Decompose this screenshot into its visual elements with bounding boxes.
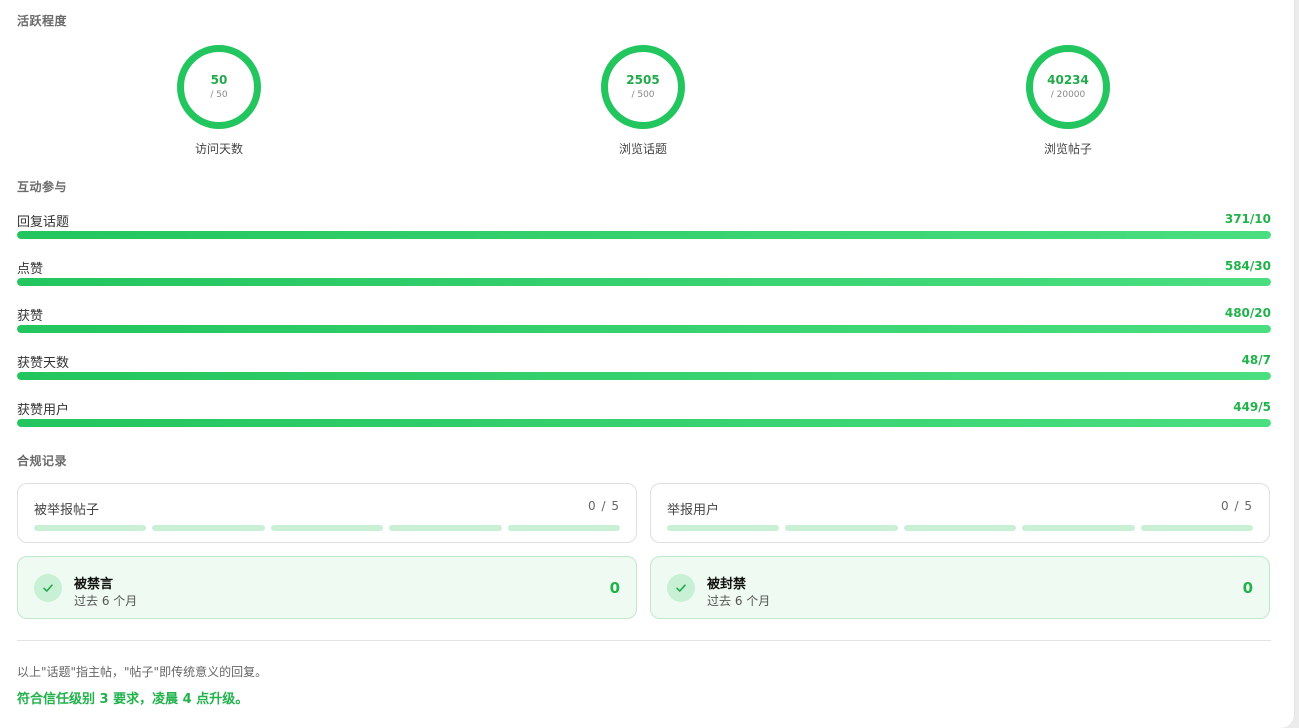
progress-ring: 2505 / 500	[600, 44, 686, 130]
progress-track	[17, 231, 1271, 239]
progress-label: 回复话题	[17, 215, 70, 230]
progress-label: 获赞天数	[17, 356, 70, 371]
trust-level-card: 活跃程度 50 / 50 访问天数 2505 / 500 浏览话题 40234 …	[0, 0, 1295, 728]
silenced-value: 0	[609, 579, 620, 597]
reported-posts-value: 0 / 5	[588, 499, 620, 513]
progress-label: 获赞用户	[17, 403, 70, 418]
ring-graphic	[1026, 45, 1110, 129]
check-icon	[34, 574, 62, 602]
segment-bar	[667, 525, 1254, 531]
reported-users-value: 0 / 5	[1221, 499, 1253, 513]
progress-value: 371/10	[1224, 212, 1271, 226]
reported-users-label: 举报用户	[667, 503, 720, 518]
ring-browse-posts: 40234 / 20000 浏览帖子	[1008, 44, 1128, 157]
progress-fill	[17, 278, 1271, 286]
progress-value: 48/7	[1241, 353, 1271, 367]
progress-label: 获赞	[17, 309, 44, 324]
segment	[34, 525, 147, 531]
engagement-section-title: 互动参与	[17, 180, 68, 194]
progress-label: 点赞	[17, 262, 44, 277]
ring-label: 访问天数	[194, 142, 243, 156]
progress-track	[17, 372, 1271, 380]
segment	[152, 525, 265, 531]
ring-total: / 500	[631, 90, 655, 100]
suspended-box: 被封禁 过去 6 个月 0	[650, 556, 1270, 619]
progress-ring: 50 / 50	[176, 44, 262, 130]
segment	[667, 525, 780, 531]
segment	[785, 525, 898, 531]
segment	[270, 525, 384, 531]
suspended-subtitle: 过去 6 个月	[707, 594, 771, 608]
progress-value: 584/30	[1224, 259, 1271, 273]
progress-track	[17, 419, 1271, 427]
ring-value: 40234	[1047, 73, 1089, 87]
reported-users-box: 举报用户 0 / 5	[650, 483, 1270, 543]
divider	[17, 640, 1271, 641]
segment	[1140, 525, 1254, 531]
progress-value: 449/5	[1233, 400, 1271, 414]
ring-total: / 50	[210, 90, 228, 100]
ring-browse-topics: 2505 / 500 浏览话题	[583, 44, 703, 157]
progress-value: 480/20	[1224, 306, 1271, 320]
ring-total: / 20000	[1050, 90, 1086, 100]
ring-value: 2505	[626, 73, 660, 87]
segment	[389, 525, 502, 531]
suspended-title: 被封禁	[707, 577, 747, 592]
progress-track	[17, 278, 1271, 286]
progress-fill	[17, 419, 1271, 427]
footnote: 以上"话题"指主帖，"帖子"即传统意义的回复。	[17, 665, 268, 679]
compliance-section-title: 合规记录	[17, 454, 68, 468]
ring-value: 50	[210, 73, 228, 87]
segment	[903, 525, 1017, 531]
activity-section-title: 活跃程度	[17, 14, 68, 28]
silenced-subtitle: 过去 6 个月	[74, 594, 138, 608]
segment	[1022, 525, 1135, 531]
segment-bar	[34, 525, 621, 531]
ring-label: 浏览帖子	[1043, 142, 1092, 156]
reported-posts-label: 被举报帖子	[34, 503, 100, 518]
ring-graphic	[177, 45, 261, 129]
silenced-box: 被禁言 过去 6 个月 0	[17, 556, 637, 619]
progress-track	[17, 325, 1271, 333]
progress-fill	[17, 372, 1271, 380]
ring-graphic	[601, 45, 685, 129]
reported-posts-box: 被举报帖子 0 / 5	[17, 483, 637, 543]
progress-fill	[17, 231, 1271, 239]
segment	[507, 525, 621, 531]
ring-visit-days: 50 / 50 访问天数	[159, 44, 279, 157]
ring-label: 浏览话题	[618, 142, 667, 156]
check-icon	[667, 574, 695, 602]
progress-ring: 40234 / 20000	[1025, 44, 1111, 130]
silenced-title: 被禁言	[74, 577, 114, 592]
upgrade-result: 符合信任级别 3 要求，凌晨 4 点升级。	[17, 692, 249, 707]
progress-fill	[17, 325, 1271, 333]
suspended-value: 0	[1242, 579, 1253, 597]
